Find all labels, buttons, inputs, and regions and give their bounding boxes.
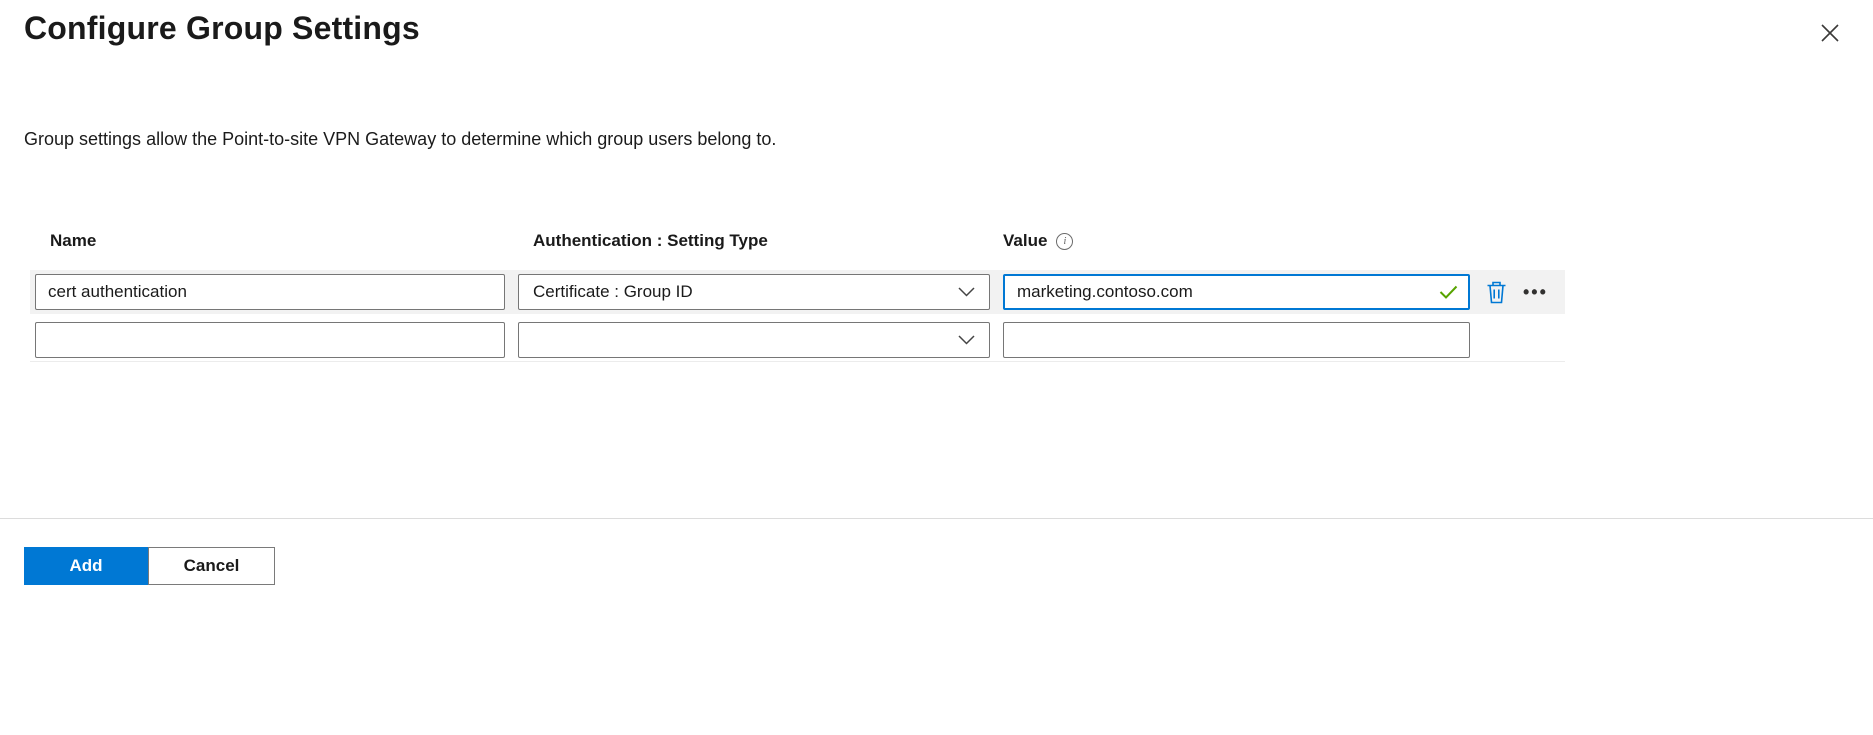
value-field-wrapper: [1003, 274, 1470, 310]
configure-group-settings-dialog: Configure Group Settings Group settings …: [0, 0, 1873, 735]
chevron-down-icon: [958, 335, 975, 345]
group-settings-table: Name Authentication : Setting Type Value…: [30, 224, 1565, 362]
dropdown-selected-value: Certificate : Group ID: [533, 282, 693, 302]
info-icon[interactable]: i: [1056, 233, 1073, 250]
auth-setting-type-dropdown-empty[interactable]: [518, 322, 990, 358]
value-input[interactable]: [1003, 274, 1470, 310]
table-row: [30, 318, 1565, 362]
chevron-down-icon: [958, 287, 975, 297]
table-row: Certificate : Group ID •••: [30, 270, 1565, 314]
valid-check-icon: [1439, 285, 1458, 299]
auth-setting-type-dropdown[interactable]: Certificate : Group ID: [518, 274, 990, 310]
add-button[interactable]: Add: [24, 547, 148, 585]
column-header-auth-type: Authentication : Setting Type: [518, 231, 1003, 251]
close-icon: [1819, 22, 1841, 44]
column-header-value-label: Value: [1003, 231, 1047, 251]
dialog-description: Group settings allow the Point-to-site V…: [24, 129, 776, 150]
column-headers: Name Authentication : Setting Type Value…: [30, 224, 1565, 258]
page-title: Configure Group Settings: [24, 10, 420, 47]
name-input[interactable]: [35, 274, 505, 310]
more-options-button[interactable]: •••: [1519, 281, 1552, 303]
column-header-value: Value i: [1003, 231, 1073, 251]
footer-actions: Add Cancel: [24, 547, 275, 585]
value-field-wrapper: [1003, 322, 1470, 358]
cancel-button[interactable]: Cancel: [148, 547, 275, 585]
trash-icon: [1486, 280, 1507, 304]
column-header-name: Name: [30, 231, 518, 251]
footer-divider: [0, 518, 1873, 519]
name-input-empty[interactable]: [35, 322, 505, 358]
value-input-empty[interactable]: [1003, 322, 1470, 358]
close-button[interactable]: [1813, 16, 1847, 50]
dialog-header: Configure Group Settings: [24, 10, 1847, 50]
delete-row-button[interactable]: [1484, 278, 1509, 306]
